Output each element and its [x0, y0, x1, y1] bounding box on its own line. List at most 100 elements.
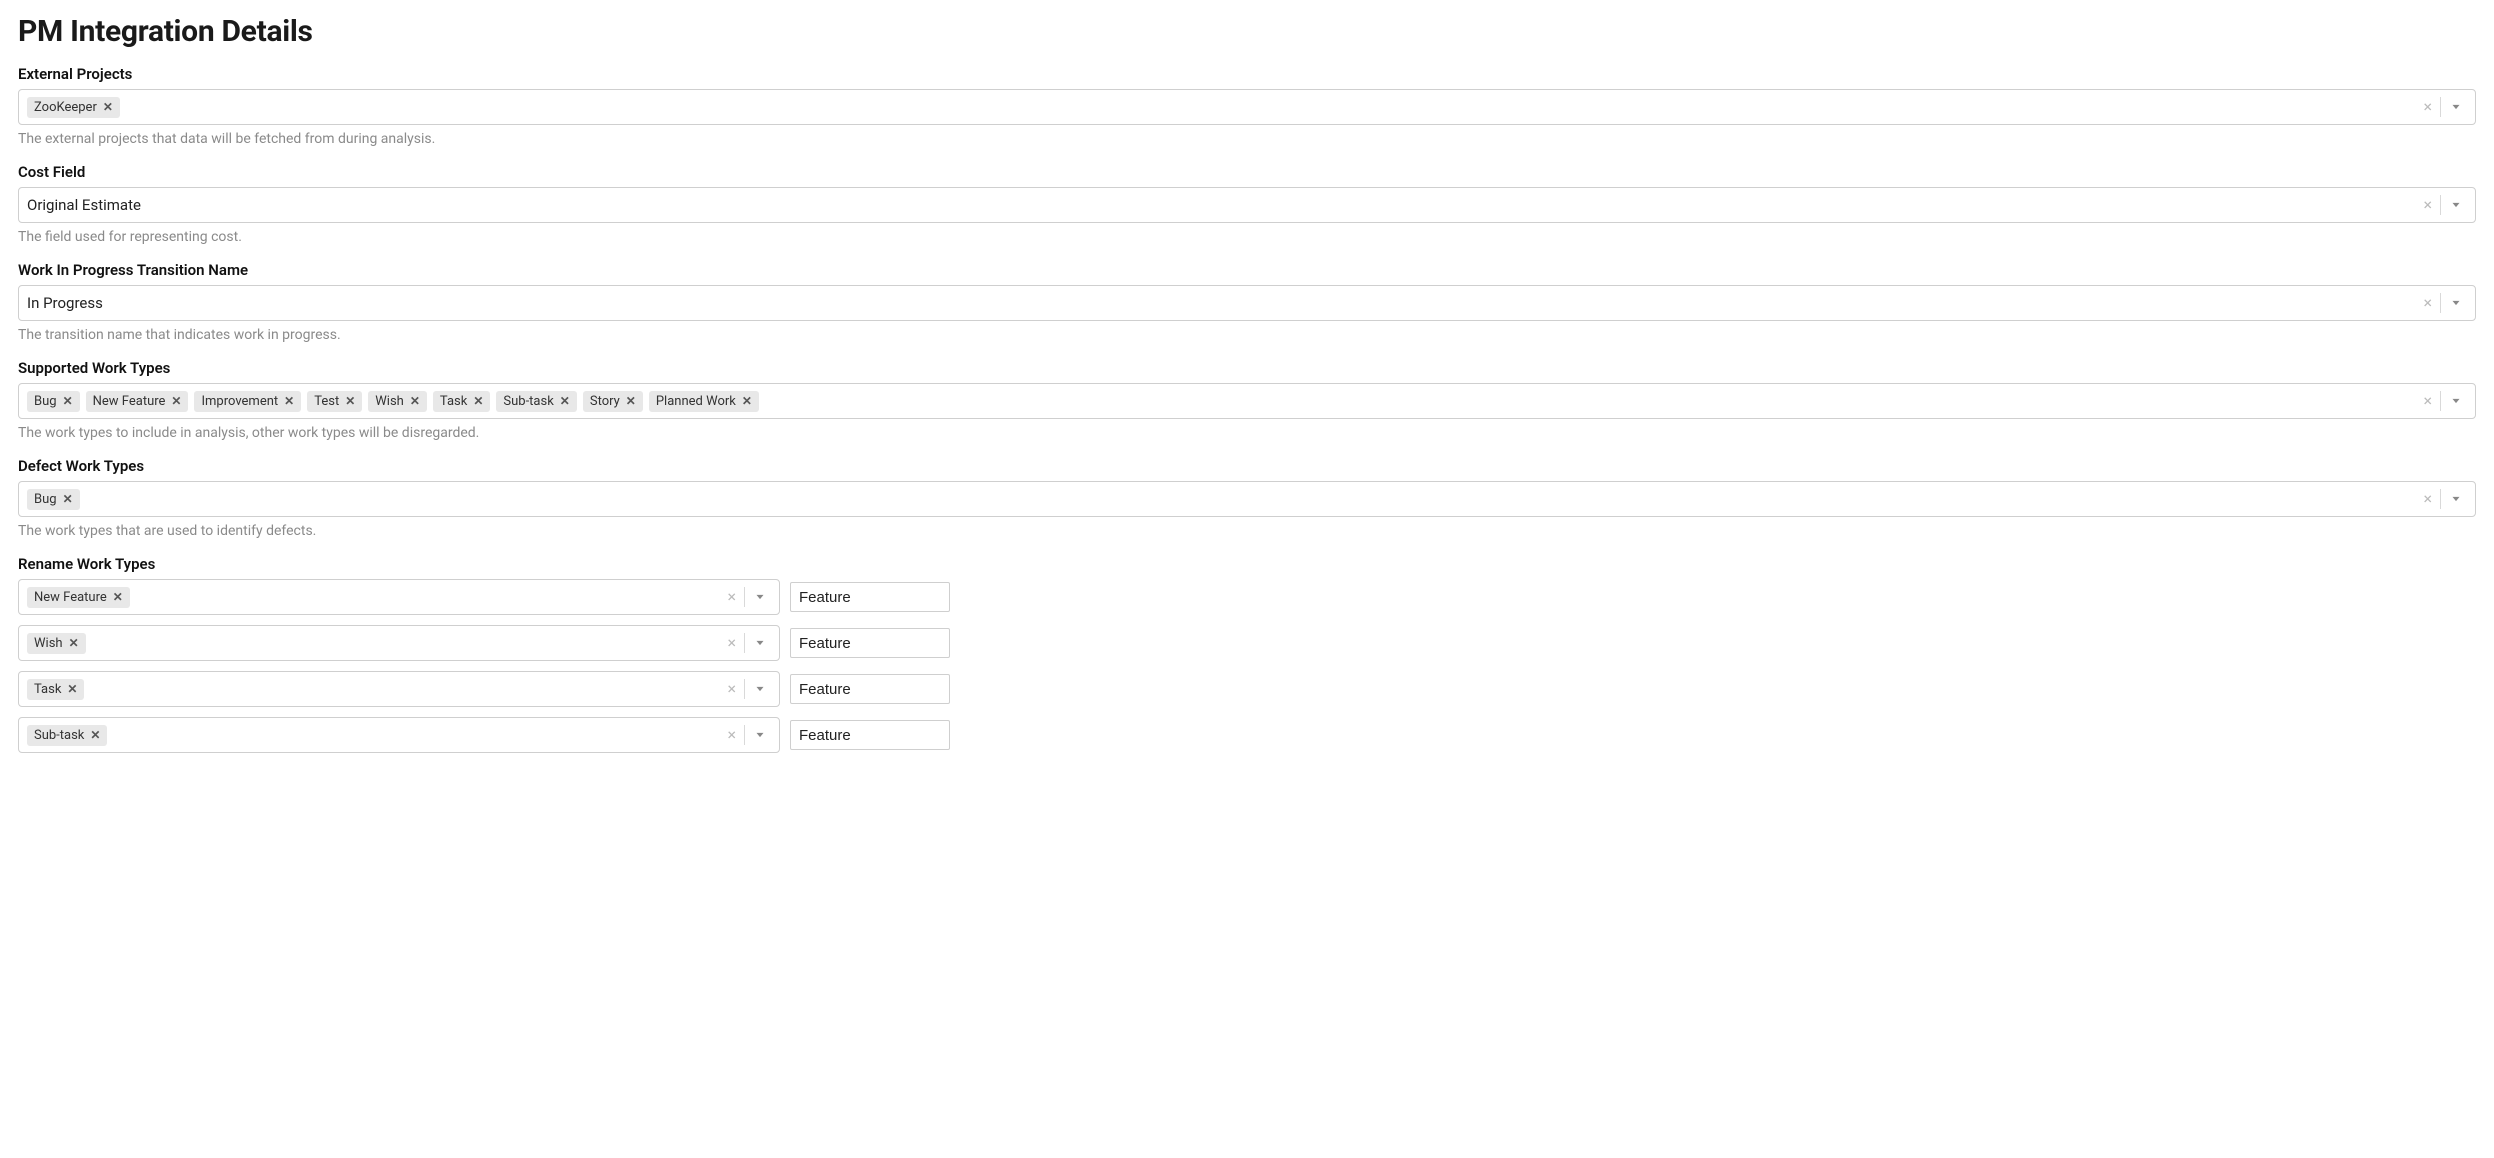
- tags-external-projects: ZooKeeper ✕: [27, 94, 2415, 120]
- tag: Story✕: [583, 391, 643, 412]
- chevron-down-icon[interactable]: [2441, 198, 2471, 212]
- select-external-projects[interactable]: ZooKeeper ✕ ×: [18, 89, 2476, 125]
- clear-icon[interactable]: ×: [2415, 197, 2440, 213]
- field-cost: Cost Field Original Estimate × The field…: [18, 163, 2476, 245]
- tag: Task ✕: [27, 679, 84, 700]
- tag-remove-icon[interactable]: ✕: [69, 637, 79, 649]
- tag-label: Improvement: [201, 394, 278, 409]
- rename-row: Sub-task ✕ ×: [18, 717, 2476, 753]
- rename-from-tags: New Feature ✕: [27, 584, 719, 610]
- tag-remove-icon[interactable]: ✕: [103, 101, 113, 113]
- select-defect-work-types[interactable]: Bug ✕ ×: [18, 481, 2476, 517]
- tag-remove-icon[interactable]: ✕: [345, 395, 355, 407]
- rename-from-select[interactable]: Sub-task ✕ ×: [18, 717, 780, 753]
- page-title: PM Integration Details: [18, 14, 2476, 49]
- tag-remove-icon[interactable]: ✕: [284, 395, 294, 407]
- tag-label: Wish: [375, 394, 404, 409]
- tag-label: Sub-task: [503, 394, 553, 409]
- tag-remove-icon[interactable]: ✕: [560, 395, 570, 407]
- help-defect-work-types: The work types that are used to identify…: [18, 523, 2476, 539]
- select-supported-work-types[interactable]: Bug✕New Feature✕Improvement✕Test✕Wish✕Ta…: [18, 383, 2476, 419]
- tag-remove-icon[interactable]: ✕: [113, 591, 123, 603]
- help-cost-field: The field used for representing cost.: [18, 229, 2476, 245]
- clear-icon[interactable]: ×: [719, 727, 744, 743]
- select-wip-transition[interactable]: In Progress ×: [18, 285, 2476, 321]
- select-indicators: ×: [2415, 387, 2471, 415]
- tag: Wish ✕: [368, 391, 427, 412]
- select-cost-field[interactable]: Original Estimate ×: [18, 187, 2476, 223]
- chevron-down-icon[interactable]: [2441, 394, 2471, 408]
- field-wip-transition: Work In Progress Transition Name In Prog…: [18, 261, 2476, 343]
- tag: New Feature ✕: [27, 587, 130, 608]
- tag: Wish✕: [27, 633, 86, 654]
- select-indicators: ×: [719, 675, 775, 703]
- tag: Bug ✕: [27, 391, 80, 412]
- tag: Sub-task ✕: [496, 391, 576, 412]
- clear-icon[interactable]: ×: [719, 635, 744, 651]
- tag-label: New Feature: [34, 590, 107, 605]
- chevron-down-icon[interactable]: [745, 636, 775, 650]
- field-external-projects: External Projects ZooKeeper✕ × The exter…: [18, 65, 2476, 147]
- rename-from-tags: Task ✕: [27, 676, 719, 702]
- rename-rows-container: New Feature ✕ × Wish✕ × Task ✕ × Sub-task ✕ ×: [18, 579, 2476, 753]
- clear-icon[interactable]: ×: [719, 681, 744, 697]
- tag-remove-icon[interactable]: ✕: [63, 395, 73, 407]
- tag-remove-icon[interactable]: ✕: [473, 395, 483, 407]
- tag-label: Bug: [34, 394, 57, 409]
- rename-row: Wish✕ ×: [18, 625, 2476, 661]
- tag-remove-icon[interactable]: ✕: [410, 395, 420, 407]
- value-wip-transition: In Progress: [27, 290, 2415, 316]
- tag-remove-icon[interactable]: ✕: [63, 493, 73, 505]
- clear-icon[interactable]: ×: [2415, 99, 2440, 115]
- help-supported-work-types: The work types to include in analysis, o…: [18, 425, 2476, 441]
- tag: New Feature ✕: [86, 391, 189, 412]
- clear-icon[interactable]: ×: [2415, 393, 2440, 409]
- chevron-down-icon[interactable]: [2441, 100, 2471, 114]
- tag-remove-icon[interactable]: ✕: [90, 729, 100, 741]
- tag: Planned Work ✕: [649, 391, 759, 412]
- select-indicators: ×: [2415, 485, 2471, 513]
- clear-icon[interactable]: ×: [719, 589, 744, 605]
- field-supported-work-types: Supported Work Types Bug✕New Feature✕Imp…: [18, 359, 2476, 441]
- tag: Improvement ✕: [194, 391, 301, 412]
- tag-label: ZooKeeper: [34, 100, 97, 115]
- chevron-down-icon[interactable]: [745, 682, 775, 696]
- tag-label: Planned Work: [656, 394, 736, 409]
- tag: Sub-task ✕: [27, 725, 107, 746]
- tag: ZooKeeper ✕: [27, 97, 120, 118]
- chevron-down-icon[interactable]: [745, 590, 775, 604]
- rename-to-input[interactable]: [790, 628, 950, 658]
- tag-label: Task: [34, 682, 61, 697]
- label-wip-transition: Work In Progress Transition Name: [18, 261, 2476, 279]
- tag-remove-icon[interactable]: ✕: [171, 395, 181, 407]
- rename-from-select[interactable]: New Feature ✕ ×: [18, 579, 780, 615]
- wip-transition-value: In Progress: [27, 292, 103, 314]
- tag: Test ✕: [307, 391, 362, 412]
- chevron-down-icon[interactable]: [2441, 296, 2471, 310]
- chevron-down-icon[interactable]: [2441, 492, 2471, 506]
- field-defect-work-types: Defect Work Types Bug ✕ × The work types …: [18, 457, 2476, 539]
- tag-label: Sub-task: [34, 728, 84, 743]
- value-cost-field: Original Estimate: [27, 192, 2415, 218]
- help-external-projects: The external projects that data will be …: [18, 131, 2476, 147]
- cost-field-value: Original Estimate: [27, 194, 141, 216]
- tags-defect-work-types: Bug ✕: [27, 486, 2415, 512]
- clear-icon[interactable]: ×: [2415, 491, 2440, 507]
- rename-from-tags: Sub-task ✕: [27, 722, 719, 748]
- rename-from-select[interactable]: Task ✕ ×: [18, 671, 780, 707]
- tag-label: Bug: [34, 492, 57, 507]
- rename-row: Task ✕ ×: [18, 671, 2476, 707]
- tag-label: New Feature: [93, 394, 166, 409]
- tag-remove-icon[interactable]: ✕: [626, 395, 636, 407]
- rename-to-input[interactable]: [790, 582, 950, 612]
- tag-remove-icon[interactable]: ✕: [67, 683, 77, 695]
- rename-from-select[interactable]: Wish✕ ×: [18, 625, 780, 661]
- tag-label: Test: [314, 394, 339, 409]
- clear-icon[interactable]: ×: [2415, 295, 2440, 311]
- label-defect-work-types: Defect Work Types: [18, 457, 2476, 475]
- tags-supported-work-types: Bug✕New Feature✕Improvement✕Test✕Wish✕Ta…: [27, 388, 2415, 414]
- tag-remove-icon[interactable]: ✕: [742, 395, 752, 407]
- rename-to-input[interactable]: [790, 720, 950, 750]
- rename-to-input[interactable]: [790, 674, 950, 704]
- chevron-down-icon[interactable]: [745, 728, 775, 742]
